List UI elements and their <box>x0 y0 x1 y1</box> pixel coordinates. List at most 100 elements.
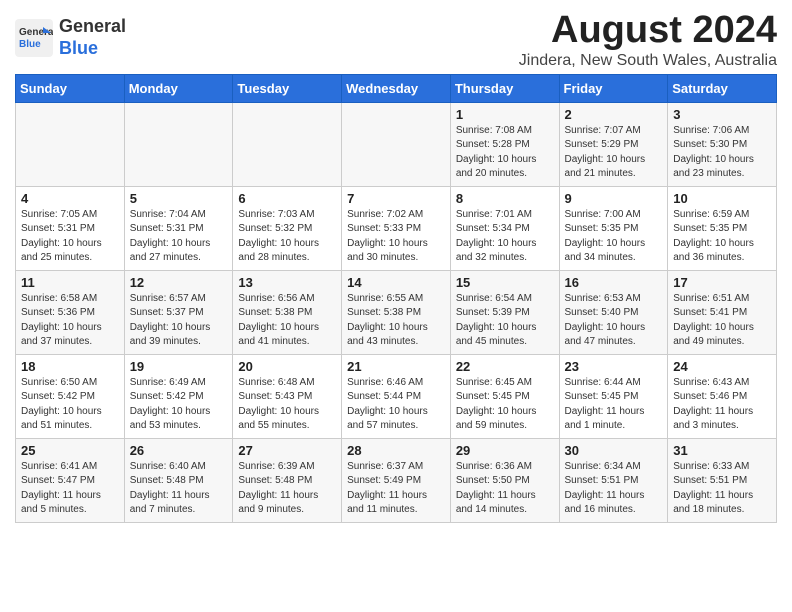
calendar-table: SundayMondayTuesdayWednesdayThursdayFrid… <box>15 74 777 523</box>
calendar-cell: 13 Sunrise: 6:56 AM Sunset: 5:38 PM Dayli… <box>233 270 342 354</box>
day-number: 31 <box>673 443 771 458</box>
header-thursday: Thursday <box>450 74 559 102</box>
day-info: Sunrise: 7:00 AM Sunset: 5:35 PM Dayligh… <box>565 208 663 266</box>
calendar-cell: 8Sunrise: 7:01 AM Sunset: 5:34 PM Daylig… <box>450 186 559 270</box>
calendar-cell <box>16 102 125 186</box>
day-info: Sunrise: 7:08 AM Sunset: 5:28 PM Dayligh… <box>456 124 554 182</box>
title-area: August 2024 Jindera, New South Wales, Au… <box>519 10 777 70</box>
calendar-cell: 3Sunrise: 7:06 AM Sunset: 5:30 PM Daylig… <box>668 102 777 186</box>
day-number: 13 <box>238 275 336 290</box>
calendar-cell: 23Sunrise: 6:44 AM Sunset: 5:45 PM Dayli… <box>559 354 668 438</box>
day-number: 30 <box>565 443 663 458</box>
day-number: 2 <box>565 107 663 122</box>
day-number: 18 <box>21 359 119 374</box>
calendar-cell: 20Sunrise: 6:48 AM Sunset: 5:43 PM Dayli… <box>233 354 342 438</box>
day-number: 21 <box>347 359 445 374</box>
calendar-cell: 26 Sunrise: 6:40 AM Sunset: 5:48 PM Dayli… <box>124 438 233 522</box>
day-info: Sunrise: 6:46 AM Sunset: 5:44 PM Dayligh… <box>347 376 445 434</box>
day-info: Sunrise: 6:57 AM Sunset: 5:37 PM Dayligh… <box>130 292 228 350</box>
calendar-cell: 29 Sunrise: 6:36 AM Sunset: 5:50 PM Dayli… <box>450 438 559 522</box>
day-number: 7 <box>347 191 445 206</box>
day-number: 6 <box>238 191 336 206</box>
day-info: Sunrise: 7:06 AM Sunset: 5:30 PM Dayligh… <box>673 124 771 182</box>
day-info: Sunrise: 6:41 AM Sunset: 5:47 PM Dayligh… <box>21 460 119 518</box>
day-info: Sunrise: 7:04 AM Sunset: 5:31 PM Dayligh… <box>130 208 228 266</box>
calendar-cell: 15Sunrise: 6:54 AM Sunset: 5:39 PM Dayli… <box>450 270 559 354</box>
day-info: Sunrise: 7:01 AM Sunset: 5:34 PM Dayligh… <box>456 208 554 266</box>
calendar-cell: 6 Sunrise: 7:03 AM Sunset: 5:32 PM Daylig… <box>233 186 342 270</box>
day-number: 12 <box>130 275 228 290</box>
day-info: Sunrise: 6:43 AM Sunset: 5:46 PM Dayligh… <box>673 376 771 434</box>
logo: General Blue General Blue <box>15 16 126 59</box>
day-number: 22 <box>456 359 554 374</box>
day-number: 19 <box>130 359 228 374</box>
calendar-cell: 17Sunrise: 6:51 AM Sunset: 5:41 PM Dayli… <box>668 270 777 354</box>
calendar-cell: 21 Sunrise: 6:46 AM Sunset: 5:44 PM Dayli… <box>342 354 451 438</box>
subtitle: Jindera, New South Wales, Australia <box>519 52 777 70</box>
day-number: 25 <box>21 443 119 458</box>
calendar-cell: 2 Sunrise: 7:07 AM Sunset: 5:29 PM Daylig… <box>559 102 668 186</box>
day-number: 14 <box>347 275 445 290</box>
day-number: 23 <box>565 359 663 374</box>
day-info: Sunrise: 6:55 AM Sunset: 5:38 PM Dayligh… <box>347 292 445 350</box>
day-info: Sunrise: 7:02 AM Sunset: 5:33 PM Dayligh… <box>347 208 445 266</box>
day-number: 11 <box>21 275 119 290</box>
day-info: Sunrise: 7:07 AM Sunset: 5:29 PM Dayligh… <box>565 124 663 182</box>
day-number: 5 <box>130 191 228 206</box>
day-number: 20 <box>238 359 336 374</box>
day-number: 26 <box>130 443 228 458</box>
calendar-cell <box>342 102 451 186</box>
day-number: 15 <box>456 275 554 290</box>
day-info: Sunrise: 7:05 AM Sunset: 5:31 PM Dayligh… <box>21 208 119 266</box>
day-info: Sunrise: 6:59 AM Sunset: 5:35 PM Dayligh… <box>673 208 771 266</box>
day-info: Sunrise: 6:39 AM Sunset: 5:48 PM Dayligh… <box>238 460 336 518</box>
day-number: 24 <box>673 359 771 374</box>
day-number: 29 <box>456 443 554 458</box>
svg-text:Blue: Blue <box>19 39 41 50</box>
calendar-cell: 24 Sunrise: 6:43 AM Sunset: 5:46 PM Dayli… <box>668 354 777 438</box>
day-info: Sunrise: 6:36 AM Sunset: 5:50 PM Dayligh… <box>456 460 554 518</box>
day-info: Sunrise: 6:49 AM Sunset: 5:42 PM Dayligh… <box>130 376 228 434</box>
day-info: Sunrise: 6:40 AM Sunset: 5:48 PM Dayligh… <box>130 460 228 518</box>
calendar-cell: 10Sunrise: 6:59 AM Sunset: 5:35 PM Dayli… <box>668 186 777 270</box>
day-number: 4 <box>21 191 119 206</box>
header-monday: Monday <box>124 74 233 102</box>
page-header: General Blue General Blue August 2024 Ji… <box>15 10 777 70</box>
day-number: 1 <box>456 107 554 122</box>
day-info: Sunrise: 6:51 AM Sunset: 5:41 PM Dayligh… <box>673 292 771 350</box>
calendar-header-row: SundayMondayTuesdayWednesdayThursdayFrid… <box>16 74 777 102</box>
calendar-cell: 31 Sunrise: 6:33 AM Sunset: 5:51 PM Dayli… <box>668 438 777 522</box>
calendar-cell: 11 Sunrise: 6:58 AM Sunset: 5:36 PM Dayli… <box>16 270 125 354</box>
day-info: Sunrise: 7:03 AM Sunset: 5:32 PM Dayligh… <box>238 208 336 266</box>
calendar-cell: 14 Sunrise: 6:55 AM Sunset: 5:38 PM Dayli… <box>342 270 451 354</box>
calendar-cell: 25 Sunrise: 6:41 AM Sunset: 5:47 PM Dayli… <box>16 438 125 522</box>
header-tuesday: Tuesday <box>233 74 342 102</box>
day-info: Sunrise: 6:50 AM Sunset: 5:42 PM Dayligh… <box>21 376 119 434</box>
calendar-cell: 4 Sunrise: 7:05 AM Sunset: 5:31 PM Daylig… <box>16 186 125 270</box>
calendar-week-row: 4 Sunrise: 7:05 AM Sunset: 5:31 PM Daylig… <box>16 186 777 270</box>
day-info: Sunrise: 6:45 AM Sunset: 5:45 PM Dayligh… <box>456 376 554 434</box>
calendar-week-row: 18 Sunrise: 6:50 AM Sunset: 5:42 PM Dayli… <box>16 354 777 438</box>
calendar-cell: 12 Sunrise: 6:57 AM Sunset: 5:37 PM Dayli… <box>124 270 233 354</box>
calendar-cell: 9 Sunrise: 7:00 AM Sunset: 5:35 PM Daylig… <box>559 186 668 270</box>
calendar-week-row: 1 Sunrise: 7:08 AM Sunset: 5:28 PM Daylig… <box>16 102 777 186</box>
calendar-week-row: 25 Sunrise: 6:41 AM Sunset: 5:47 PM Dayli… <box>16 438 777 522</box>
calendar-cell: 27 Sunrise: 6:39 AM Sunset: 5:48 PM Dayli… <box>233 438 342 522</box>
day-info: Sunrise: 6:33 AM Sunset: 5:51 PM Dayligh… <box>673 460 771 518</box>
calendar-cell: 30 Sunrise: 6:34 AM Sunset: 5:51 PM Dayli… <box>559 438 668 522</box>
calendar-cell: 22 Sunrise: 6:45 AM Sunset: 5:45 PM Dayli… <box>450 354 559 438</box>
calendar-cell <box>124 102 233 186</box>
day-number: 16 <box>565 275 663 290</box>
calendar-week-row: 11 Sunrise: 6:58 AM Sunset: 5:36 PM Dayli… <box>16 270 777 354</box>
day-number: 27 <box>238 443 336 458</box>
header-sunday: Sunday <box>16 74 125 102</box>
day-number: 28 <box>347 443 445 458</box>
logo-text: General Blue <box>59 16 126 59</box>
calendar-cell <box>233 102 342 186</box>
logo-icon: General Blue <box>15 19 53 57</box>
day-info: Sunrise: 6:53 AM Sunset: 5:40 PM Dayligh… <box>565 292 663 350</box>
day-info: Sunrise: 6:56 AM Sunset: 5:38 PM Dayligh… <box>238 292 336 350</box>
day-info: Sunrise: 6:34 AM Sunset: 5:51 PM Dayligh… <box>565 460 663 518</box>
day-number: 9 <box>565 191 663 206</box>
day-info: Sunrise: 6:58 AM Sunset: 5:36 PM Dayligh… <box>21 292 119 350</box>
